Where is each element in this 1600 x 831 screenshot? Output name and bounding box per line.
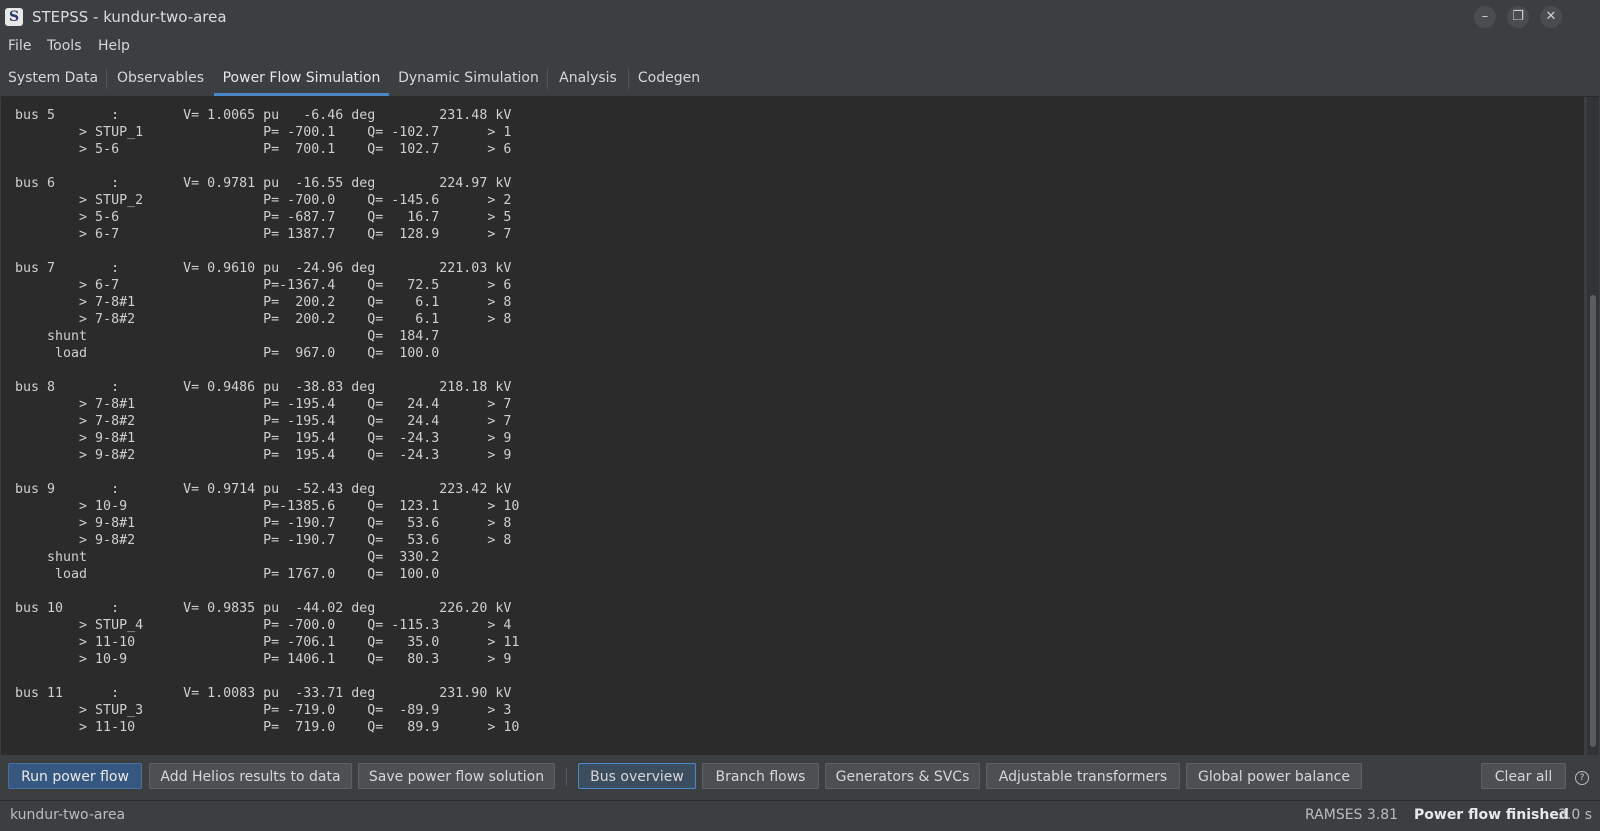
tab-dynamic-simulation[interactable]: Dynamic Simulation [390, 62, 547, 94]
add-helios-results-button[interactable]: Add Helios results to data [149, 763, 352, 789]
global-power-balance-button[interactable]: Global power balance [1186, 763, 1362, 789]
restore-icon[interactable]: ❐ [1507, 6, 1529, 28]
minimize-icon[interactable]: – [1474, 6, 1496, 28]
adjustable-transformers-button[interactable]: Adjustable transformers [986, 763, 1180, 789]
tab-system-data[interactable]: System Data [0, 62, 106, 94]
tab-power-flow-simulation[interactable]: Power Flow Simulation [214, 62, 389, 96]
app-logo-icon: S [5, 8, 23, 26]
tab-bar: System Data Observables Power Flow Simul… [0, 62, 1600, 97]
status-state: Power flow finished [1414, 807, 1569, 823]
save-power-flow-solution-button[interactable]: Save power flow solution [358, 763, 555, 789]
status-bar: kundur-two-area RAMSES 3.81 Power flow f… [0, 800, 1600, 831]
title-bar: S STEPSS - kundur-two-area – ❐ ✕ [0, 0, 1600, 34]
scrollbar-thumb[interactable] [1590, 295, 1596, 747]
tab-codegen[interactable]: Codegen [629, 62, 709, 94]
run-power-flow-button[interactable]: Run power flow [8, 763, 142, 789]
close-icon[interactable]: ✕ [1540, 6, 1562, 28]
menu-help[interactable]: Help [98, 38, 130, 54]
status-version: RAMSES 3.81 [1305, 807, 1399, 823]
generators-svcs-button[interactable]: Generators & SVCs [825, 763, 980, 789]
button-bar: Run power flow Add Helios results to dat… [0, 759, 1600, 799]
status-time: 3.0 s [1558, 807, 1593, 823]
branch-flows-button[interactable]: Branch flows [702, 763, 819, 789]
clear-all-button[interactable]: Clear all [1481, 763, 1566, 789]
window-title: STEPSS - kundur-two-area [32, 8, 227, 26]
bus-overview-button[interactable]: Bus overview [578, 763, 696, 789]
menu-tools[interactable]: Tools [47, 38, 82, 54]
help-icon[interactable]: ? [1575, 771, 1589, 785]
tab-analysis[interactable]: Analysis [548, 62, 628, 94]
vertical-scrollbar[interactable] [1587, 97, 1599, 755]
button-separator [566, 768, 567, 786]
status-project-name: kundur-two-area [10, 807, 126, 823]
menu-bar: File Tools Help [0, 34, 1600, 60]
tab-observables[interactable]: Observables [107, 62, 214, 94]
menu-file[interactable]: File [8, 38, 31, 54]
power-flow-output[interactable]: bus 5 : V= 1.0065 pu -6.46 deg 231.48 kV… [1, 97, 1584, 755]
output-text: bus 5 : V= 1.0065 pu -6.46 deg 231.48 kV… [15, 108, 520, 735]
